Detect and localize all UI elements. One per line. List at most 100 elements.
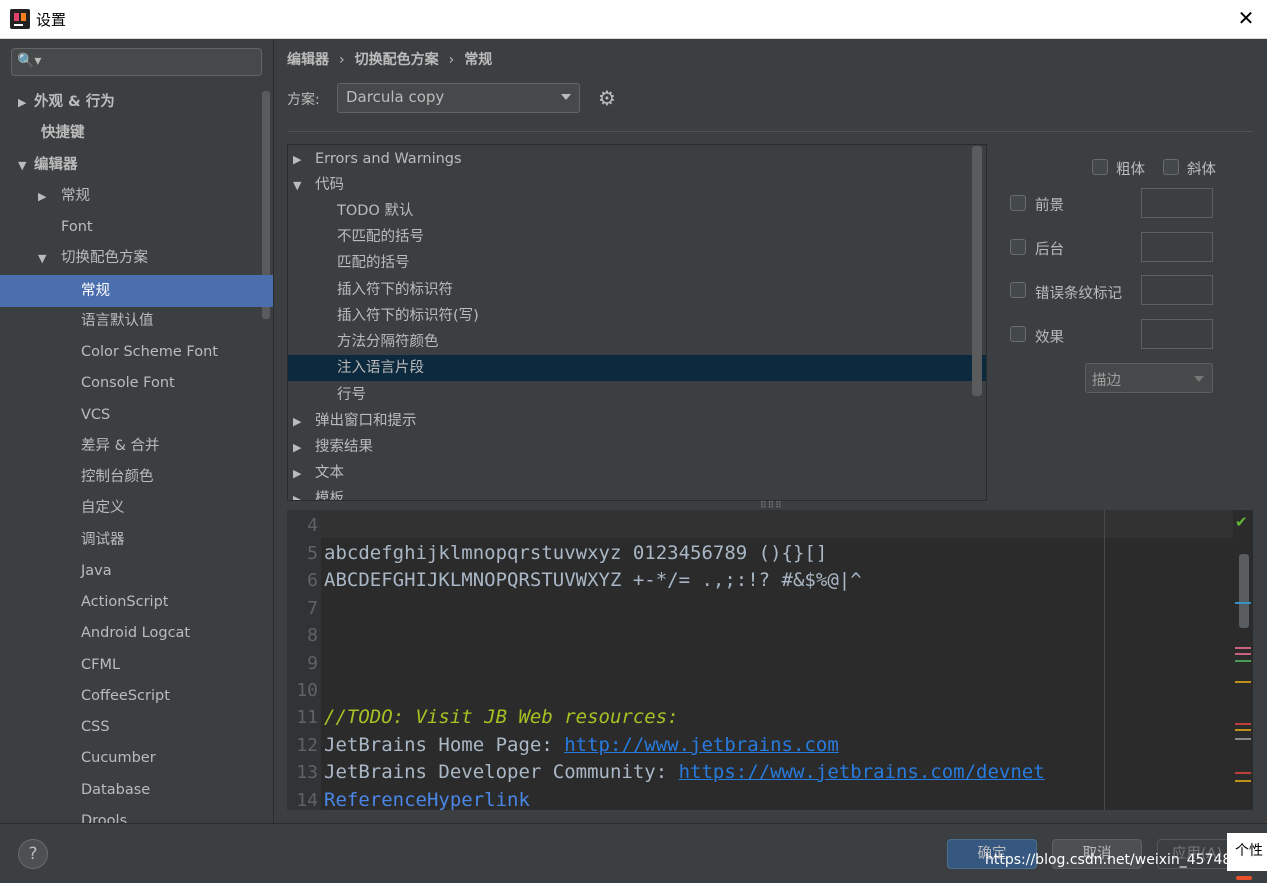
sidebar-item-editor[interactable]: ▼ 编辑器 — [0, 151, 262, 179]
tree-item-injected-language[interactable]: 注入语言片段 — [288, 355, 986, 381]
sidebar-item-label: Font — [61, 219, 93, 235]
todo-comment: //TODO: Visit JB Web resources: — [324, 706, 679, 728]
sidebar-item-drools[interactable]: Drools — [0, 807, 262, 823]
italic-label: 斜体 — [1187, 162, 1216, 178]
sidebar-item-cfml[interactable]: CFML — [0, 651, 262, 679]
bold-checkbox[interactable] — [1092, 159, 1108, 175]
expand-triangle-icon[interactable]: ▶ — [293, 435, 315, 461]
collapse-triangle-icon[interactable]: ▼ — [293, 173, 315, 199]
sidebar-item-cucumber[interactable]: Cucumber — [0, 744, 262, 772]
breadcrumb-editor[interactable]: 编辑器 — [287, 52, 329, 68]
tree-item-templates[interactable]: ▶ 模板 — [288, 486, 986, 501]
sidebar-item-android-logcat[interactable]: Android Logcat — [0, 619, 262, 647]
tree-item-errors-warnings[interactable]: ▶ Errors and Warnings — [288, 146, 986, 172]
tree-item-method-separator-color[interactable]: 方法分隔符颜色 — [288, 329, 986, 355]
background-checkbox[interactable] — [1010, 239, 1026, 255]
tree-item-label: 文本 — [315, 465, 344, 481]
sidebar-item-language-defaults[interactable]: 语言默认值 — [0, 307, 262, 335]
tree-item-line-number[interactable]: 行号 — [288, 382, 986, 408]
sidebar-item-label: 语言默认值 — [81, 313, 154, 329]
collapse-triangle-icon[interactable]: ▼ — [18, 152, 34, 180]
sidebar-item-console-colors[interactable]: 控制台颜色 — [0, 463, 262, 491]
italic-checkbox[interactable] — [1163, 159, 1179, 175]
search-input[interactable]: 🔍▾ — [11, 48, 262, 76]
hyperlink[interactable]: http://www.jetbrains.com — [564, 734, 839, 756]
sidebar-item-font[interactable]: Font — [0, 213, 262, 241]
tree-scrollbar[interactable] — [972, 146, 982, 396]
tree-item-text[interactable]: ▶ 文本 — [288, 460, 986, 486]
tree-item-popups-hints[interactable]: ▶ 弹出窗口和提示 — [288, 408, 986, 434]
effects-color-swatch[interactable] — [1141, 319, 1213, 349]
foreground-checkbox[interactable] — [1010, 195, 1026, 211]
hyperlink[interactable]: https://www.jetbrains.com/devnet — [679, 761, 1045, 783]
sidebar-item-debugger[interactable]: 调试器 — [0, 526, 262, 554]
tree-item-search-results[interactable]: ▶ 搜索结果 — [288, 434, 986, 460]
sidebar-item-scheme-general[interactable]: 常规 — [0, 275, 273, 307]
stripe-mark — [1235, 681, 1251, 683]
breadcrumb-color-scheme[interactable]: 切换配色方案 — [355, 52, 439, 68]
watermark-text: https://blog.csdn.net/weixin_45748 — [985, 852, 1232, 868]
check-icon: ✔ — [1235, 513, 1248, 531]
expand-triangle-icon[interactable]: ▶ — [293, 461, 315, 487]
tree-item-identifier-under-caret[interactable]: 插入符下的标识符 — [288, 277, 986, 303]
foreground-color-swatch[interactable] — [1141, 188, 1213, 218]
help-button[interactable]: ? — [18, 839, 48, 869]
expand-triangle-icon[interactable]: ▶ — [293, 147, 315, 173]
preview-scrollbar[interactable] — [1239, 554, 1249, 628]
sidebar-item-diff-merge[interactable]: 差异 & 合并 — [0, 432, 262, 460]
collapse-triangle-icon[interactable]: ▼ — [38, 245, 61, 273]
code-line: 8 — [287, 622, 324, 649]
code-preview[interactable]: 4 5 abcdefghijklmnopqrstuvwxyz 0123456789… — [287, 510, 1253, 810]
sidebar-item-label: 差异 & 合并 — [81, 438, 160, 454]
stripe-mark — [1235, 772, 1251, 774]
sidebar-item-coffeescript[interactable]: CoffeeScript — [0, 682, 262, 710]
right-margin-guide — [1104, 510, 1105, 810]
sidebar-item-color-scheme[interactable]: ▼ 切换配色方案 — [0, 244, 262, 272]
tree-item-label: 弹出窗口和提示 — [315, 413, 417, 429]
tree-item-todo-default[interactable]: TODO 默认 — [288, 198, 986, 224]
window-title: 设置 — [36, 11, 67, 29]
line-number: 10 — [296, 680, 318, 701]
notification-indicator — [1236, 876, 1252, 880]
sidebar-item-actionscript[interactable]: ActionScript — [0, 588, 262, 616]
tooltip-popup: 个性 — [1227, 833, 1267, 871]
line-number: 12 — [296, 735, 318, 756]
sidebar-item-label: Console Font — [81, 375, 175, 391]
tree-item-code[interactable]: ▼ 代码 — [288, 172, 986, 198]
code-line: 9 — [287, 650, 324, 677]
sidebar-item-general[interactable]: ▶ 常规 — [0, 182, 262, 210]
caret-row-highlight — [321, 510, 1233, 538]
tree-item-unmatched-brace[interactable]: 不匹配的括号 — [288, 224, 986, 250]
error-stripe-color-swatch[interactable] — [1141, 275, 1213, 305]
tree-item-label: 不匹配的括号 — [337, 229, 424, 245]
expand-triangle-icon[interactable]: ▶ — [293, 487, 315, 500]
sidebar-item-java[interactable]: Java — [0, 557, 262, 585]
error-stripe-checkbox[interactable] — [1010, 282, 1026, 298]
sidebar-item-keymap[interactable]: 快捷键 — [0, 119, 262, 147]
sidebar-item-label: CSS — [81, 719, 110, 735]
sidebar-item-appearance[interactable]: ▶ 外观 & 行为 — [0, 88, 262, 116]
expand-triangle-icon[interactable]: ▶ — [38, 183, 61, 211]
effects-checkbox[interactable] — [1010, 326, 1026, 342]
tree-item-identifier-under-caret-write[interactable]: 插入符下的标识符(写) — [288, 303, 986, 329]
sidebar-item-console-font[interactable]: Console Font — [0, 369, 262, 397]
gear-icon[interactable]: ⚙ — [598, 86, 616, 110]
tree-item-matched-brace[interactable]: 匹配的括号 — [288, 250, 986, 276]
code-line: 4 — [287, 512, 324, 539]
close-button[interactable]: ✕ — [1232, 4, 1260, 32]
stripe-mark — [1235, 660, 1251, 662]
sidebar-item-css[interactable]: CSS — [0, 713, 262, 741]
background-color-swatch[interactable] — [1141, 232, 1213, 262]
tree-item-label: 模板 — [315, 491, 344, 501]
expand-triangle-icon[interactable]: ▶ — [18, 89, 34, 117]
expand-triangle-icon[interactable]: ▶ — [293, 409, 315, 435]
effect-type-select[interactable]: 描边 — [1085, 363, 1213, 393]
scheme-select[interactable]: Darcula copy — [337, 83, 580, 113]
sidebar-item-database[interactable]: Database — [0, 776, 262, 804]
stripe-mark — [1235, 780, 1251, 782]
code-text: abcdefghijklmnopqrstuvwxyz 0123456789 ()… — [324, 542, 828, 564]
sidebar-item-custom[interactable]: 自定义 — [0, 494, 262, 522]
sidebar-item-color-scheme-font[interactable]: Color Scheme Font — [0, 338, 262, 366]
sidebar-item-vcs[interactable]: VCS — [0, 401, 262, 429]
tree-item-label: 方法分隔符颜色 — [337, 334, 439, 350]
